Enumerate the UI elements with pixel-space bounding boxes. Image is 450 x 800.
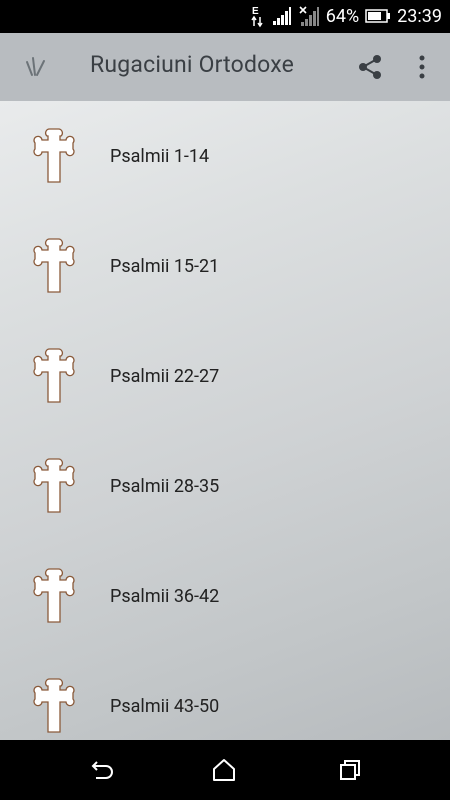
cross-icon [30,238,78,294]
list-item[interactable]: Psalmii 28-35 [0,431,450,541]
battery-icon [365,8,391,24]
back-icon[interactable] [84,754,116,786]
list-item-label: Psalmii 1-14 [110,145,210,167]
status-icons: E 64% 23:39 [250,4,442,28]
main-content: Psalmii 1-14 Psalmii 15-21 Psalmii 22-27… [0,101,450,740]
battery-percent: 64% [325,5,360,27]
list-item[interactable]: Psalmii 43-50 [0,651,450,740]
clock: 23:39 [397,5,442,27]
page-title: Rugaciuni Ortodoxe [90,51,295,78]
share-icon[interactable] [356,53,384,81]
system-nav-bar [0,740,450,800]
list-item[interactable]: Psalmii 1-14 [0,101,450,211]
app-bar: Rugaciuni Ortodoxe [0,33,450,101]
status-bar: E 64% 23:39 [0,0,450,33]
list-item[interactable]: Psalmii 36-42 [0,541,450,651]
list-item-label: Psalmii 28-35 [110,475,220,497]
signal-icon [272,6,292,26]
list-item-label: Psalmii 22-27 [110,365,220,387]
cross-icon [30,458,78,514]
app-nav-icon[interactable] [22,53,50,81]
cross-icon [30,568,78,624]
cross-icon [30,128,78,184]
psalm-list: Psalmii 1-14 Psalmii 15-21 Psalmii 22-27… [0,101,450,740]
cross-icon [30,678,78,734]
list-item[interactable]: Psalmii 22-27 [0,321,450,431]
list-item-label: Psalmii 15-21 [110,255,220,277]
list-item-label: Psalmii 43-50 [110,695,220,717]
signal-no-data-icon [298,5,320,27]
data-e-icon: E [250,4,266,28]
home-icon[interactable] [208,754,240,786]
recents-icon[interactable] [334,754,366,786]
list-item-label: Psalmii 36-42 [110,585,220,607]
list-item[interactable]: Psalmii 15-21 [0,211,450,321]
svg-text:E: E [252,6,259,17]
overflow-menu-icon[interactable] [412,53,432,81]
cross-icon [30,348,78,404]
